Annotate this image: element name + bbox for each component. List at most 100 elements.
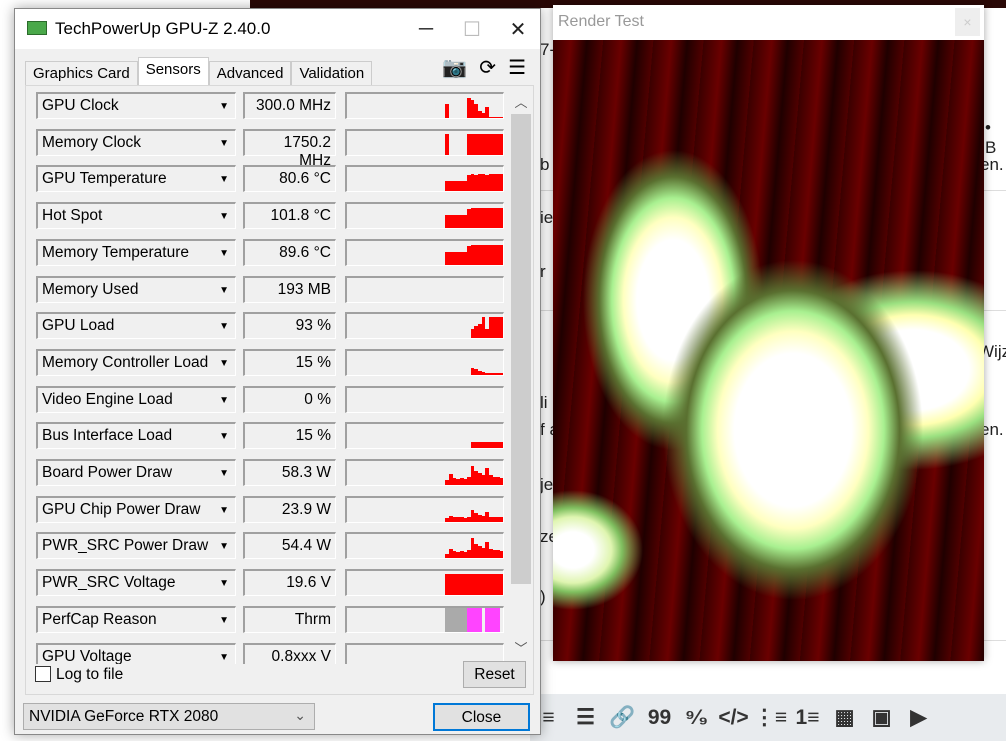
reset-button[interactable]: Reset	[463, 661, 526, 688]
sensor-graph	[345, 385, 504, 413]
sensor-name-dropdown[interactable]: Board Power Draw ▼	[36, 459, 236, 486]
sensor-graph	[345, 422, 504, 450]
link-icon[interactable]: 🔗	[604, 706, 641, 730]
sensor-name-dropdown[interactable]: PWR_SRC Power Draw ▼	[36, 532, 236, 560]
sensor-value: 93 %	[243, 312, 336, 340]
tab-sensors[interactable]: Sensors	[137, 57, 209, 85]
dropdown-arrow-icon: ▼	[219, 578, 229, 590]
tab-graphics-card[interactable]: Graphics Card	[25, 61, 138, 85]
sensor-name: PerfCap Reason	[42, 610, 157, 628]
sensor-name: Memory Controller Load	[42, 353, 209, 371]
background-text-fragment: b	[540, 155, 550, 174]
sensor-graph	[345, 605, 504, 633]
dropdown-arrow-icon: ▼	[219, 137, 229, 149]
image-icon[interactable]: ▣	[863, 705, 900, 730]
gpuz-window: TechPowerUp GPU-Z 2.40.0 ─ ☐ ✕ Graphics …	[14, 8, 541, 735]
log-to-file-label: Log to file	[56, 666, 124, 683]
scroll-down-icon[interactable]: ﹀	[510, 638, 532, 657]
menu-icon[interactable]: ☰	[508, 55, 526, 80]
sensor-name: GPU Temperature	[42, 170, 167, 188]
sensor-name-dropdown[interactable]: PerfCap Reason ▼	[36, 605, 236, 633]
graph-bar	[499, 372, 503, 375]
sensor-name: GPU Chip Power Draw	[42, 500, 201, 518]
bullet-list-icon[interactable]: ⋮≡	[752, 705, 789, 730]
sensor-value: 0 %	[243, 385, 336, 413]
graph-bar	[499, 442, 503, 449]
log-to-file-checkbox[interactable]	[35, 666, 51, 682]
render-test-close-button[interactable]: ×	[955, 8, 980, 36]
dropdown-arrow-icon: ▼	[219, 614, 229, 626]
dropdown-arrow-icon: ▼	[219, 174, 229, 186]
dropdown-arrow-icon: ▼	[219, 247, 229, 259]
sensor-name: GPU Voltage	[42, 647, 132, 665]
render-test-title: Render Test	[558, 13, 644, 30]
background-text-fragment: ie	[540, 208, 554, 227]
sensor-graph	[345, 495, 504, 523]
code-icon[interactable]: </>	[715, 706, 752, 730]
quote-icon[interactable]: 99	[641, 706, 678, 730]
sensor-name-dropdown[interactable]: Memory Temperature ▼	[36, 238, 236, 266]
dropdown-arrow-icon: ▼	[219, 211, 229, 223]
sensor-name-dropdown[interactable]: Memory Clock ▼	[36, 128, 236, 156]
sensor-value: 23.9 W	[243, 495, 336, 523]
sensor-name-dropdown[interactable]: GPU Temperature ▼	[36, 165, 236, 193]
sensor-value: Thrm	[243, 605, 336, 633]
scrollbar[interactable]: ︿ ﹀	[510, 90, 532, 658]
close-button[interactable]: Close	[433, 703, 530, 731]
graph-bar	[499, 174, 503, 192]
title-bar: TechPowerUp GPU-Z 2.40.0 ─ ☐ ✕	[15, 9, 540, 49]
sensor-value: 54.4 W	[243, 532, 336, 560]
dropdown-arrow-icon: ▼	[219, 651, 229, 663]
sensor-value: 0.8xxx V	[243, 642, 336, 664]
camera-icon[interactable]: 📷	[442, 55, 467, 80]
sensor-graph	[345, 275, 504, 303]
sensor-value: 1750.2 MHz	[243, 128, 336, 169]
minimize-button[interactable]: ─	[403, 9, 449, 49]
sensor-name: PWR_SRC Power Draw	[42, 537, 209, 555]
video-icon[interactable]: ▶	[900, 705, 937, 730]
sensor-name: Video Engine Load	[42, 390, 173, 408]
sensor-name-dropdown[interactable]: Memory Used ▼	[36, 275, 236, 303]
tab-advanced[interactable]: Advanced	[208, 61, 292, 85]
sensor-name-dropdown[interactable]: Bus Interface Load ▼	[36, 422, 236, 450]
sensor-name-dropdown[interactable]: PWR_SRC Voltage ▼	[36, 569, 236, 597]
dropdown-arrow-icon: ▼	[219, 284, 229, 296]
table-icon[interactable]: ▦	[826, 705, 863, 730]
scrollbar-thumb[interactable]	[511, 114, 531, 584]
scroll-up-icon[interactable]: ︿	[510, 92, 532, 111]
sensor-name: Hot Spot	[42, 207, 103, 225]
sensor-name-dropdown[interactable]: GPU Load ▼	[36, 312, 236, 340]
sensor-name: GPU Load	[42, 317, 115, 335]
sensor-name-dropdown[interactable]: Memory Controller Load ▼	[36, 348, 236, 376]
dropdown-arrow-icon: ▼	[219, 321, 229, 333]
dropdown-arrow-icon: ▼	[219, 541, 229, 553]
dropdown-arrow-icon: ▼	[219, 431, 229, 443]
background-text-fragment: • B	[985, 118, 997, 157]
close-window-button[interactable]: ✕	[495, 9, 541, 49]
spoiler-icon[interactable]: ⁹⁄₉	[678, 706, 715, 730]
sensor-graph	[345, 459, 504, 486]
numbered-list-icon[interactable]: 1≡	[789, 706, 826, 730]
maximize-button[interactable]: ☐	[449, 9, 495, 49]
dropdown-arrow-icon: ▼	[219, 101, 229, 112]
sensor-name-dropdown[interactable]: GPU Voltage ▼	[36, 642, 236, 665]
sensor-value: 89.6 °C	[243, 238, 336, 266]
sensor-name-dropdown[interactable]: Hot Spot ▼	[36, 202, 236, 230]
refresh-icon[interactable]: ⟳	[479, 55, 496, 80]
sensor-name-dropdown[interactable]: GPU Chip Power Draw ▼	[36, 495, 236, 523]
sensor-name-dropdown[interactable]: GPU Clock ▼	[36, 92, 236, 119]
gpu-card-icon	[27, 21, 47, 35]
sensor-name: Memory Clock	[42, 133, 142, 151]
sensor-graph	[345, 202, 504, 230]
sensor-graph	[345, 128, 504, 156]
sensor-name-dropdown[interactable]: Video Engine Load ▼	[36, 385, 236, 413]
gpu-select-value: NVIDIA GeForce RTX 2080	[29, 708, 219, 725]
sensor-graph	[345, 348, 504, 376]
chevron-down-icon: ⌄	[294, 707, 306, 723]
background-text-fragment: li	[540, 393, 548, 412]
tab-validation[interactable]: Validation	[291, 61, 373, 85]
sensor-name: GPU Clock	[42, 97, 119, 114]
gpu-select[interactable]: NVIDIA GeForce RTX 2080 ⌄	[23, 703, 315, 730]
align-right-icon[interactable]: ☰	[567, 705, 604, 730]
graph-bar	[499, 516, 503, 522]
